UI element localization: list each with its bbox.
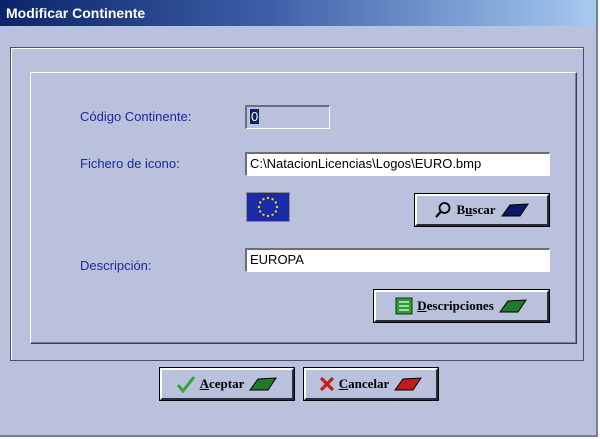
magnifier-icon [435, 202, 451, 218]
icon-file-label: Fichero de icono: [80, 156, 180, 171]
description-label: Descripción: [80, 258, 152, 273]
red-swoosh-icon [394, 377, 423, 391]
description-value: EUROPA [250, 252, 304, 267]
icon-file-field[interactable]: C:\NatacionLicencias\Logos\EURO.bmp [245, 152, 550, 176]
search-button[interactable]: Buscar [414, 193, 550, 227]
list-icon [395, 297, 413, 315]
title-bar[interactable]: Modificar Continente [0, 0, 596, 26]
code-label: Código Continente: [80, 109, 192, 124]
descriptions-button[interactable]: Descripciones [373, 289, 550, 323]
green-swoosh-icon [249, 377, 278, 391]
descriptions-button-label: Descripciones [417, 298, 494, 313]
code-field[interactable]: 0 [245, 105, 330, 129]
accept-button-label: Aceptar [199, 376, 245, 391]
window-title: Modificar Continente [6, 5, 146, 21]
description-field[interactable]: EUROPA [245, 248, 550, 272]
code-value: 0 [250, 109, 260, 124]
icon-file-value: C:\NatacionLicencias\Logos\EURO.bmp [250, 156, 482, 171]
cancel-button-label: Cancelar [338, 376, 390, 391]
eu-flag-icon [246, 192, 290, 222]
search-button-label: Buscar [456, 202, 496, 217]
green-swoosh-icon [498, 299, 527, 313]
navy-swoosh-icon [500, 203, 529, 217]
dialog-window: Modificar Continente Código Continente: … [0, 0, 598, 437]
checkmark-icon [176, 376, 195, 393]
accept-button[interactable]: Aceptar [159, 367, 295, 401]
x-icon [319, 376, 334, 392]
cancel-button[interactable]: Cancelar [303, 367, 439, 401]
